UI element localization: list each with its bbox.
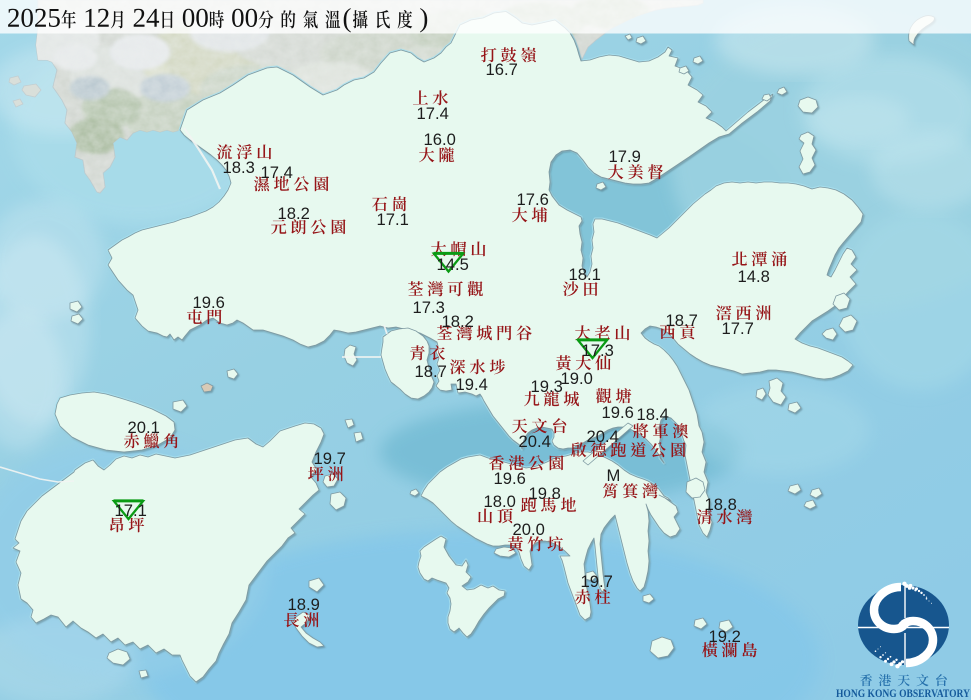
svg-text:19.6: 19.6 — [602, 403, 634, 422]
svg-text:19.8: 19.8 — [529, 484, 561, 503]
svg-text:19.7: 19.7 — [314, 449, 346, 468]
svg-text:18.7: 18.7 — [415, 362, 447, 381]
svg-text:17.4: 17.4 — [261, 163, 293, 182]
svg-text:19.6: 19.6 — [494, 469, 526, 488]
svg-text:18.4: 18.4 — [637, 405, 669, 424]
svg-text:17.3: 17.3 — [413, 298, 445, 317]
svg-text:18.3: 18.3 — [223, 158, 255, 177]
svg-text:19.6: 19.6 — [193, 293, 225, 312]
svg-text:17.6: 17.6 — [517, 190, 549, 209]
svg-text:17.4: 17.4 — [417, 104, 449, 123]
svg-text:18.0: 18.0 — [484, 492, 516, 511]
svg-text:18.7: 18.7 — [666, 311, 698, 330]
svg-text:19.3: 19.3 — [531, 377, 563, 396]
svg-text:18.9: 18.9 — [288, 595, 320, 614]
svg-text:20.0: 20.0 — [513, 520, 545, 539]
svg-text:18.2: 18.2 — [442, 312, 474, 331]
svg-text:HONG KONG OBSERVATORY: HONG KONG OBSERVATORY — [836, 688, 970, 700]
svg-text:17.7: 17.7 — [722, 319, 754, 338]
svg-text:M: M — [607, 466, 621, 485]
svg-text:19.7: 19.7 — [581, 572, 613, 591]
svg-text:17.1: 17.1 — [377, 210, 409, 229]
svg-text:20.1: 20.1 — [128, 418, 160, 437]
svg-text:17.3: 17.3 — [582, 341, 614, 360]
svg-text:17.1: 17.1 — [115, 501, 147, 520]
svg-text:18.2: 18.2 — [278, 204, 310, 223]
svg-text:17.9: 17.9 — [609, 147, 641, 166]
svg-text:14.8: 14.8 — [738, 267, 770, 286]
svg-text:16.7: 16.7 — [486, 60, 518, 79]
svg-text:19.0: 19.0 — [561, 369, 593, 388]
svg-text:20.4: 20.4 — [519, 432, 551, 451]
svg-text:18.1: 18.1 — [569, 265, 601, 284]
svg-text:16.0: 16.0 — [424, 130, 456, 149]
svg-text:19.2: 19.2 — [709, 627, 741, 646]
svg-text:18.8: 18.8 — [705, 495, 737, 514]
svg-text:20.4: 20.4 — [587, 427, 619, 446]
svg-text:14.5: 14.5 — [437, 255, 469, 274]
svg-text:19.4: 19.4 — [456, 375, 488, 394]
